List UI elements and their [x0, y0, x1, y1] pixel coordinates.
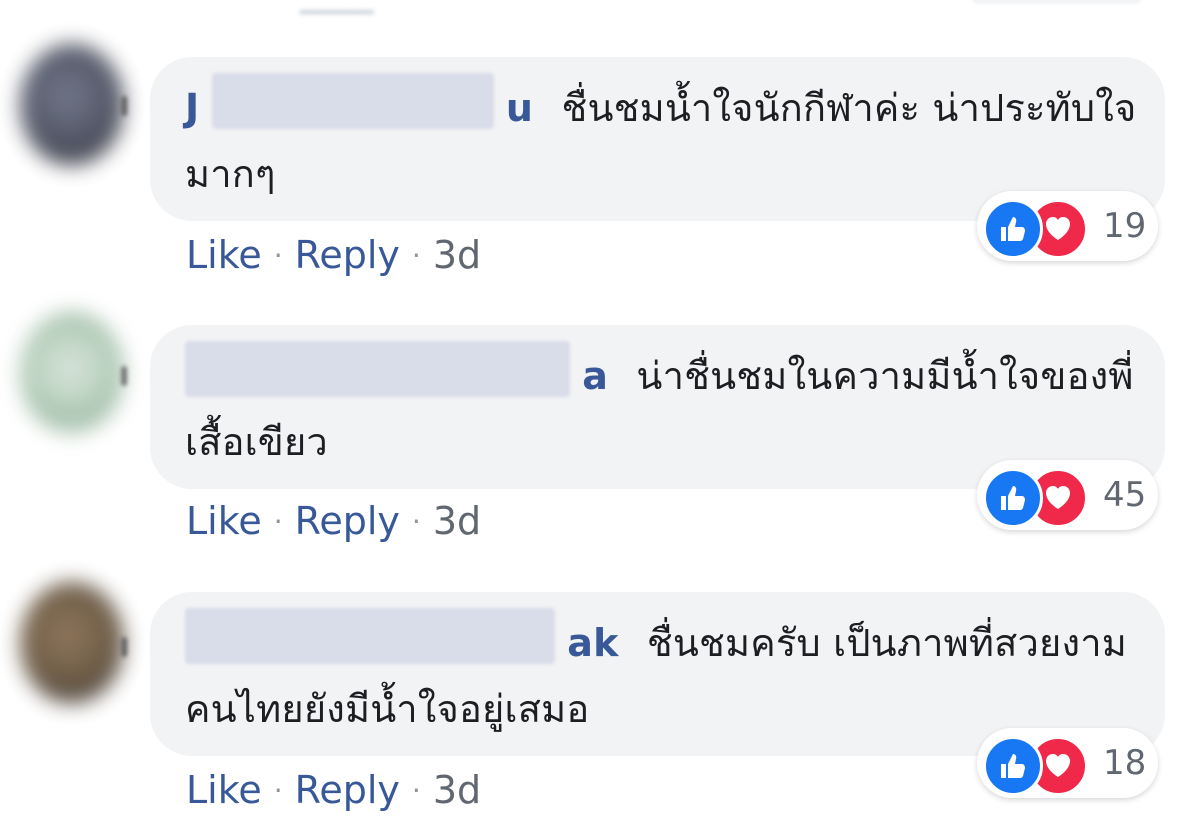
comment-first-line: ak ชื่นชมครับ เป็นภาพที่สวยงาม — [185, 608, 1135, 676]
reply-link[interactable]: Reply — [295, 768, 400, 812]
comment-text-block: J u ชื่นชมน้ำใจนักกีฬาค่ะ น่าประทับใจ มา… — [185, 73, 1137, 207]
commenter-name[interactable]: a — [185, 341, 608, 409]
comment-text-line1: ชื่นชมน้ำใจนักกีฬาค่ะ น่าประทับใจ — [561, 86, 1137, 130]
commenter-avatar[interactable] — [20, 44, 124, 166]
separator-dot-icon: · — [411, 238, 421, 272]
reactions-summary[interactable]: 18 — [977, 728, 1158, 798]
comment-actions: Like · Reply · 3d — [186, 767, 481, 813]
commenter-name[interactable]: ak — [185, 608, 619, 676]
comment-text-line1: ชื่นชมครับ เป็นภาพที่สวยงาม — [646, 621, 1128, 665]
commenter-avatar[interactable] — [20, 582, 124, 704]
comments-screenshot: ▁▁▁▁ J u ชื่นชมน้ำใจนักกีฬาค่ะ น่าประทับ… — [0, 0, 1200, 828]
redacted-name — [211, 73, 494, 129]
reaction-count: 18 — [1103, 743, 1147, 783]
commenter-name-suffix: a — [582, 354, 609, 398]
reactions-summary[interactable]: 19 — [977, 191, 1158, 261]
comment-item-3: ak ชื่นชมครับ เป็นภาพที่สวยงาม คนไทยยังม… — [0, 536, 1200, 812]
comment-timestamp[interactable]: 3d — [433, 768, 481, 812]
commenter-name[interactable]: J u — [185, 73, 533, 141]
reactions-summary[interactable]: 45 — [977, 460, 1158, 530]
comment-first-line: a น่าชื่นชมในความมีน้ำใจของพี่ — [185, 341, 1135, 409]
reaction-count: 45 — [1103, 475, 1147, 515]
avatar-edge — [121, 366, 127, 386]
avatar-edge — [121, 637, 127, 657]
commenter-avatar[interactable] — [20, 312, 124, 434]
comment-item-2: a น่าชื่นชมในความมีน้ำใจของพี่ เสื้อเขีย… — [0, 268, 1200, 543]
thumbs-up-icon — [983, 199, 1043, 259]
separator-dot-icon: · — [273, 504, 283, 538]
comment-text-block: ak ชื่นชมครับ เป็นภาพที่สวยงาม คนไทยยังม… — [185, 608, 1135, 742]
separator-dot-icon: · — [273, 773, 283, 807]
comment-text-line1: น่าชื่นชมในความมีน้ำใจของพี่ — [636, 354, 1134, 398]
commenter-name-suffix: u — [505, 86, 534, 130]
thumbs-up-icon — [983, 736, 1043, 796]
redacted-name — [185, 341, 570, 397]
commenter-name-prefix: J — [185, 86, 200, 130]
redacted-name — [185, 608, 555, 664]
separator-dot-icon: · — [411, 504, 421, 538]
reaction-count: 19 — [1103, 206, 1147, 246]
separator-dot-icon: · — [273, 238, 283, 272]
comment-item-1: J u ชื่นชมน้ำใจนักกีฬาค่ะ น่าประทับใจ มา… — [0, 0, 1200, 277]
thumbs-up-icon — [983, 468, 1043, 528]
separator-dot-icon: · — [411, 773, 421, 807]
commenter-name-suffix: ak — [567, 621, 619, 665]
like-link[interactable]: Like — [186, 768, 262, 812]
comment-text-block: a น่าชื่นชมในความมีน้ำใจของพี่ เสื้อเขีย… — [185, 341, 1135, 475]
comment-text-line2: คนไทยยังมีน้ำใจอยู่เสมอ — [185, 687, 590, 731]
avatar-edge — [121, 96, 127, 116]
comment-first-line: J u ชื่นชมน้ำใจนักกีฬาค่ะ น่าประทับใจ — [185, 73, 1137, 141]
